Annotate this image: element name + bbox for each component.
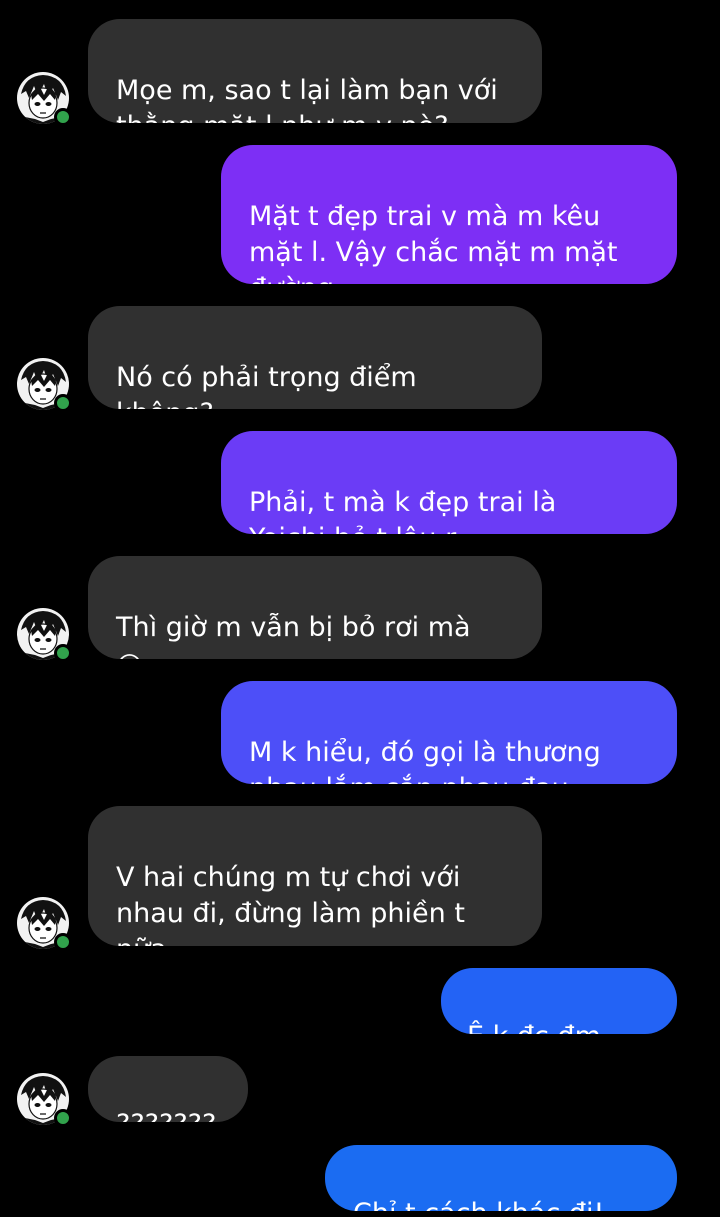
online-status-dot <box>54 933 72 951</box>
message-text: Nó có phải trọng điểm không? <box>116 362 417 409</box>
avatar[interactable] <box>17 1073 72 1127</box>
avatar[interactable] <box>17 608 72 662</box>
message-text: Mọe m, sao t lại làm bạn với thằng mặt l… <box>116 75 498 123</box>
outgoing-message-bubble[interactable]: Ê k đc đm 😡 <box>441 968 677 1034</box>
message-text: Phải, t mà k đẹp trai là Yoichi bỏ t lâu… <box>249 487 557 534</box>
message-text: Ê k đc đm <box>467 1021 601 1034</box>
message-text: M k hiểu, đó gọi là thương nhau lắm cắn … <box>249 737 601 784</box>
grinning-face-emoji: 😀 <box>116 652 143 659</box>
message-text: Mặt t đẹp trai v mà m kêu mặt l. Vậy chắ… <box>249 201 618 284</box>
online-status-dot <box>54 1109 72 1127</box>
message-text: ??????? <box>116 1109 216 1122</box>
online-status-dot <box>54 108 72 126</box>
online-status-dot <box>54 644 72 662</box>
incoming-message-bubble[interactable]: ??????? <box>88 1056 248 1122</box>
avatar[interactable] <box>17 358 72 412</box>
outgoing-message-bubble[interactable]: Phải, t mà k đẹp trai là Yoichi bỏ t lâu… <box>221 431 677 534</box>
incoming-message-bubble[interactable]: Nó có phải trọng điểm không? 🙃 <box>88 306 542 409</box>
outgoing-message-bubble[interactable]: Chỉ t cách khác đi! 😡 <box>325 1145 677 1211</box>
message-text: Chỉ t cách khác đi! <box>353 1198 604 1211</box>
incoming-message-bubble[interactable]: Mọe m, sao t lại làm bạn với thằng mặt l… <box>88 19 542 123</box>
message-text: V hai chúng m tự chơi với nhau đi, đừng … <box>116 862 465 946</box>
avatar[interactable] <box>17 72 72 126</box>
online-status-dot <box>54 394 72 412</box>
incoming-message-bubble[interactable]: Thì giờ m vẫn bị bỏ rơi mà 😀 <box>88 556 542 659</box>
incoming-message-bubble[interactable]: V hai chúng m tự chơi với nhau đi, đừng … <box>88 806 542 946</box>
avatar[interactable] <box>17 897 72 951</box>
message-text: Thì giờ m vẫn bị bỏ rơi mà <box>116 612 471 643</box>
outgoing-message-bubble[interactable]: M k hiểu, đó gọi là thương nhau lắm cắn … <box>221 681 677 784</box>
outgoing-message-bubble[interactable]: Mặt t đẹp trai v mà m kêu mặt l. Vậy chắ… <box>221 145 677 284</box>
